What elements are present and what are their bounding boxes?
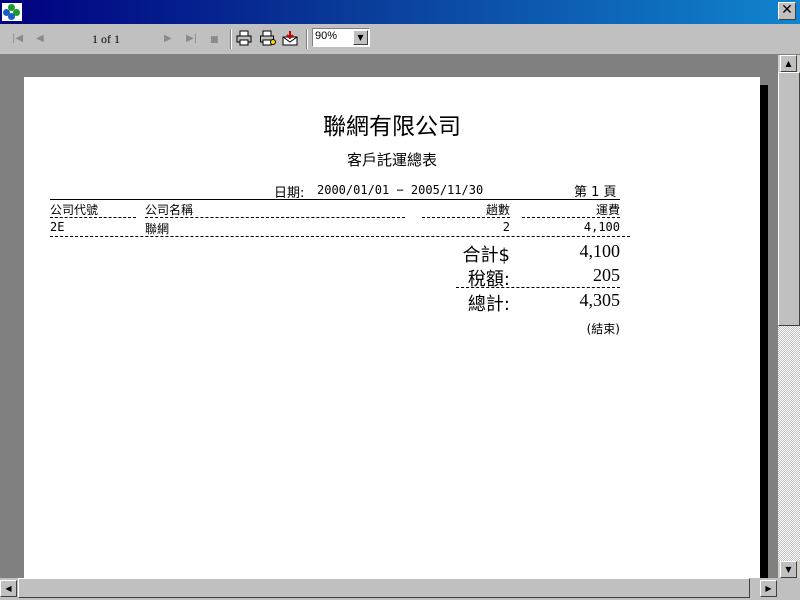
last-page-icon[interactable]: ▶| <box>186 33 197 45</box>
page-indicator: 1 of 1 <box>92 32 120 46</box>
first-page-icon[interactable]: |◀ <box>12 33 23 45</box>
print-setup-icon[interactable] <box>260 30 276 46</box>
subtotal-value: 4,100 <box>579 241 621 261</box>
row-trips: 2 <box>502 220 510 234</box>
previous-page-icon[interactable]: ◀ <box>36 33 44 45</box>
header-rule <box>50 199 620 200</box>
app-icon <box>2 3 22 21</box>
next-page-icon[interactable]: ▶ <box>164 33 172 45</box>
window-titlebar: ✕ <box>0 0 800 24</box>
scrollbar-corner <box>778 578 800 600</box>
column-underline <box>145 217 405 218</box>
zoom-select[interactable]: 90% ▼ <box>312 28 370 47</box>
scroll-thumb[interactable] <box>18 578 750 598</box>
arrow-right-icon: ▶ <box>765 584 772 593</box>
zoom-value: 90% <box>315 30 338 42</box>
row-code: 2E <box>50 220 65 234</box>
scroll-thumb[interactable] <box>778 72 800 326</box>
report-toolbar: |◀ ◀ 1 of 1 ▶ ▶| ■ 90% ▼ <box>0 24 800 55</box>
toolbar-separator <box>230 29 232 49</box>
print-icon[interactable] <box>236 30 252 46</box>
close-button[interactable]: ✕ <box>778 2 796 20</box>
company-name: 聯網有限公司 <box>323 114 461 140</box>
page-number: 第 1 頁 <box>574 185 617 200</box>
column-header-fee: 運費 <box>595 203 620 217</box>
column-underline <box>50 217 136 218</box>
toolbar-separator <box>306 29 308 49</box>
grand-total-value: 4,305 <box>579 290 621 310</box>
column-header-name: 公司名稱 <box>145 203 194 217</box>
row-rule <box>50 236 630 237</box>
tax-value: 205 <box>593 265 620 285</box>
date-range: 2000/01/01 − 2005/11/30 <box>317 183 484 197</box>
scroll-right-button[interactable]: ▶ <box>760 580 777 597</box>
scroll-down-button[interactable]: ▼ <box>780 561 797 578</box>
arrow-left-icon: ◀ <box>5 584 12 593</box>
chevron-down-icon[interactable]: ▼ <box>353 30 368 45</box>
close-icon: ✕ <box>781 2 793 18</box>
column-underline <box>422 217 510 218</box>
export-icon[interactable] <box>282 30 298 46</box>
totals-rule <box>456 287 620 288</box>
arrow-up-icon: ▲ <box>785 59 792 68</box>
scroll-up-button[interactable]: ▲ <box>780 55 797 72</box>
arrow-down-icon: ▼ <box>785 565 792 574</box>
column-header-code: 公司代號 <box>50 203 99 217</box>
end-mark: (結束) <box>586 322 620 336</box>
grand-total-label: 總計: <box>467 294 510 315</box>
horizontal-scrollbar[interactable]: ◀ ▶ <box>0 578 778 600</box>
report-page: 聯網有限公司 客戶託運總表 日期: 2000/01/01 − 2005/11/3… <box>24 77 760 578</box>
row-fee: 4,100 <box>583 220 620 234</box>
scroll-left-button[interactable]: ◀ <box>0 580 17 597</box>
column-underline <box>522 217 620 218</box>
stop-icon[interactable]: ■ <box>210 34 219 46</box>
row-name: 聯網 <box>145 222 170 236</box>
vertical-scrollbar[interactable]: ▲ ▼ <box>778 55 800 578</box>
column-header-trips: 趟數 <box>485 203 510 217</box>
subtotal-label: 合計$ <box>462 245 510 266</box>
report-viewport: 聯網有限公司 客戶託運總表 日期: 2000/01/01 − 2005/11/3… <box>0 55 778 578</box>
report-title: 客戶託運總表 <box>346 151 437 169</box>
